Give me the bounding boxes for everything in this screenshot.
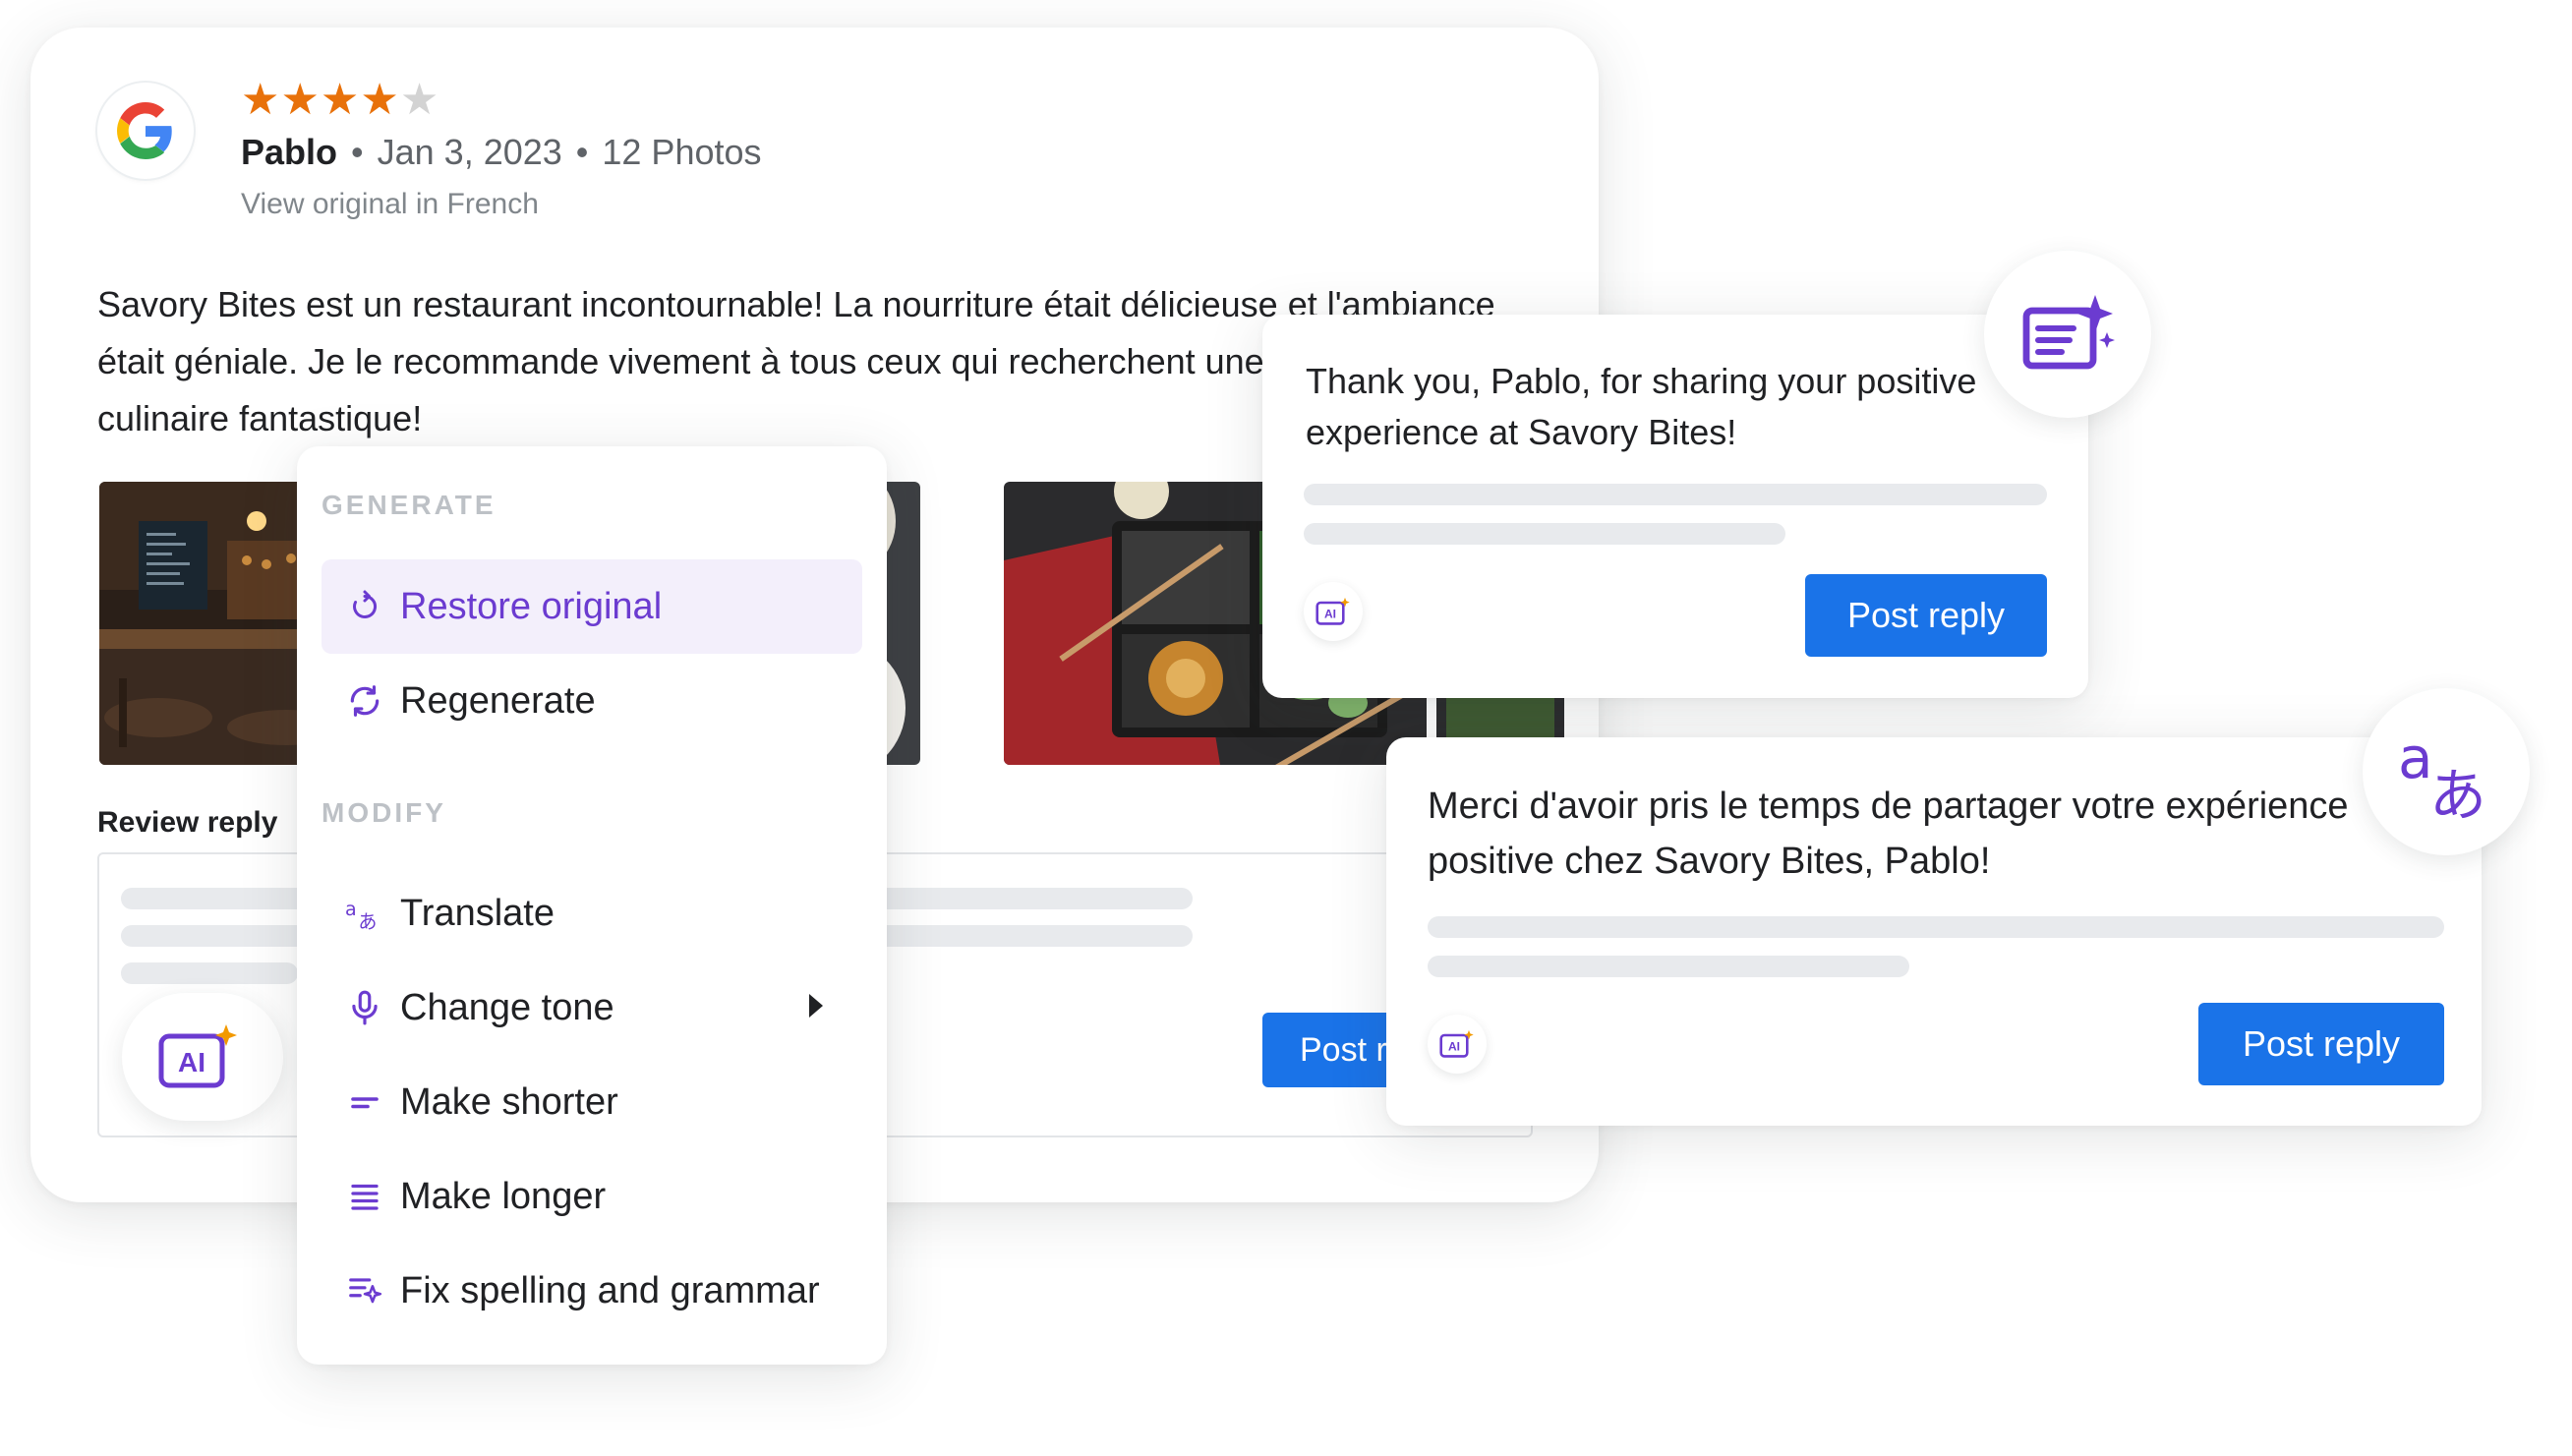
restore-icon [345, 587, 384, 626]
svg-text:あ: あ [358, 911, 377, 931]
svg-text:AI: AI [178, 1047, 205, 1077]
menu-item-make-longer[interactable]: Make longer [322, 1149, 862, 1244]
photo-count[interactable]: 12 Photos [602, 132, 761, 172]
generated-reply-card: Thank you, Pablo, for sharing your posit… [1262, 315, 2088, 698]
menu-item-restore-original[interactable]: Restore original [322, 559, 862, 654]
review-reply-label: Review reply [97, 806, 278, 839]
review-date: Jan 3, 2023 [377, 132, 562, 172]
menu-item-label: Change tone [400, 986, 614, 1028]
ai-writing-menu: GENERATE Restore original Regenerate MOD… [297, 446, 887, 1365]
star-filled-icon: ★ [360, 76, 400, 124]
ai-assist-button[interactable]: AI [122, 993, 283, 1121]
ai-text-sparkle-badge [1984, 251, 2151, 418]
ai-sparkle-icon: AI [158, 1024, 237, 1088]
placeholder-line [121, 962, 298, 984]
spellcheck-icon [345, 1271, 384, 1310]
translate-badge: a あ [2363, 688, 2530, 855]
menu-item-label: Fix spelling and grammar [400, 1269, 820, 1311]
short-text-icon [345, 1082, 384, 1122]
svg-text:AI: AI [1324, 607, 1336, 620]
generated-reply-text: Thank you, Pablo, for sharing your posit… [1306, 361, 1977, 452]
menu-item-label: Restore original [400, 585, 663, 627]
reviewer-name: Pablo [241, 132, 338, 172]
menu-heading-modify: MODIFY [322, 797, 446, 828]
placeholder-line [1304, 523, 1785, 545]
menu-item-regenerate[interactable]: Regenerate [322, 654, 862, 748]
post-reply-button[interactable]: Post reply [1805, 574, 2047, 657]
ai-sparkle-icon: AI [1315, 597, 1350, 625]
ai-text-sparkle-icon [2022, 295, 2115, 370]
menu-item-change-tone[interactable]: Change tone [322, 961, 862, 1055]
tone-icon [345, 988, 384, 1027]
translate-icon: aあ [345, 894, 384, 933]
star-filled-icon: ★ [241, 76, 281, 124]
svg-text:あ: あ [2429, 762, 2486, 821]
svg-text:AI: AI [1448, 1039, 1460, 1053]
placeholder-line [1304, 484, 2047, 505]
star-empty-icon: ★ [399, 76, 440, 124]
menu-item-translate[interactable]: aあ Translate [322, 866, 862, 961]
separator-dot: • [351, 132, 364, 172]
view-original-link[interactable]: View original in French [241, 188, 539, 221]
svg-text:a: a [2398, 725, 2433, 791]
google-logo-icon [97, 83, 194, 179]
ai-assist-button[interactable]: AI [1304, 582, 1363, 641]
menu-item-label: Regenerate [400, 679, 596, 722]
long-text-icon [345, 1177, 384, 1216]
menu-item-fix-spelling[interactable]: Fix spelling and grammar [322, 1244, 862, 1338]
translated-reply-card: Merci d'avoir pris le temps de partager … [1386, 737, 2482, 1126]
review-meta: Pablo • Jan 3, 2023 • 12 Photos [241, 131, 762, 173]
star-filled-icon: ★ [280, 76, 321, 124]
regenerate-icon [345, 681, 384, 721]
star-filled-icon: ★ [320, 76, 361, 124]
star-rating: ★★★★★ [241, 79, 439, 122]
menu-item-label: Make shorter [400, 1080, 618, 1123]
svg-text:a: a [345, 899, 357, 920]
menu-item-label: Make longer [400, 1175, 607, 1217]
separator-dot: • [575, 132, 589, 172]
ai-sparkle-icon: AI [1439, 1029, 1474, 1058]
translate-icon: a あ [2398, 725, 2486, 821]
placeholder-line [1428, 916, 2444, 938]
submenu-arrow-icon [809, 994, 823, 1018]
placeholder-line [1428, 956, 1909, 977]
menu-item-label: Translate [400, 892, 555, 934]
post-reply-button[interactable]: Post reply [2198, 1003, 2444, 1085]
menu-heading-generate: GENERATE [322, 490, 497, 520]
menu-item-make-shorter[interactable]: Make shorter [322, 1055, 862, 1149]
translated-reply-text: Merci d'avoir pris le temps de partager … [1428, 786, 2349, 882]
ai-assist-button[interactable]: AI [1428, 1015, 1487, 1074]
